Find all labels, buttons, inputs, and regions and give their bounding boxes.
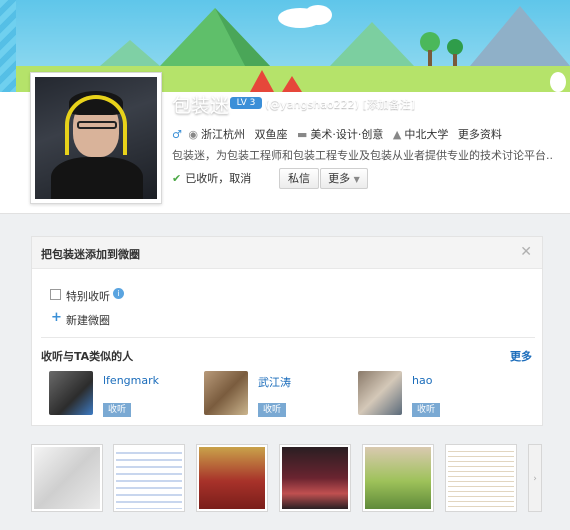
close-icon[interactable]: ✕	[520, 244, 532, 260]
chevron-down-icon: ▼	[353, 175, 360, 184]
special-follow-checkbox[interactable]	[50, 289, 61, 300]
plus-icon[interactable]: +	[51, 310, 62, 325]
male-icon: ♂	[172, 128, 182, 141]
photo-thumbnail[interactable]	[196, 444, 268, 512]
avatar[interactable]	[49, 371, 93, 415]
photo-thumbnail[interactable]	[113, 444, 185, 512]
add-to-group-panel: 把包装迷添加到微圈 ✕ 特别收听 i + 新建微圈 收听与TA类似的人 更多 l…	[31, 236, 543, 426]
location-icon: ◉	[188, 128, 198, 141]
similar-users-title: 收听与TA类似的人	[41, 350, 134, 363]
panel-header: 把包装迷添加到微圈 ✕	[32, 237, 542, 269]
follow-status: ✔ 已收听，取消	[172, 172, 252, 185]
scroll-right-icon[interactable]: ›	[528, 444, 542, 512]
photo-thumbnail[interactable]	[31, 444, 103, 512]
info-icon[interactable]: i	[113, 288, 124, 299]
message-button[interactable]: 私信	[279, 168, 319, 189]
divider	[41, 337, 535, 338]
avatar-photo	[35, 77, 157, 199]
new-group-link[interactable]: 新建微圈	[66, 312, 110, 328]
level-badge[interactable]: LV 3	[230, 97, 262, 109]
profile-industry[interactable]: 美术·设计·创意	[310, 128, 383, 141]
photo-thumbnail[interactable]	[362, 444, 434, 512]
profile-location[interactable]: 浙江杭州	[201, 128, 245, 141]
briefcase-icon: ▬	[296, 128, 308, 141]
follow-button[interactable]: 收听	[412, 403, 440, 417]
more-similar-link[interactable]: 更多	[510, 348, 532, 364]
photo-thumbnail[interactable]	[279, 444, 351, 512]
profile-description: 包装迷，为包装工程师和包装工程专业及包装从业者提供专业的技术讨论平台...	[172, 149, 552, 162]
profile-zodiac[interactable]: 双鱼座	[254, 128, 287, 141]
similar-user-name[interactable]: lfengmark	[103, 374, 159, 387]
avatar[interactable]	[204, 371, 248, 415]
more-button[interactable]: 更多 ▼	[320, 168, 368, 189]
profile-school[interactable]: 中北大学	[404, 128, 448, 141]
follow-button[interactable]: 收听	[258, 403, 286, 417]
check-icon: ✔	[172, 172, 182, 185]
follow-button[interactable]: 收听	[103, 403, 131, 417]
more-button-label: 更多	[328, 172, 351, 185]
similar-user-name[interactable]: hao	[412, 374, 432, 387]
photo-thumbnail[interactable]	[445, 444, 517, 512]
avatar[interactable]	[358, 371, 402, 415]
unfollow-link[interactable]: 取消	[229, 172, 251, 185]
profile-name: 包装迷	[172, 95, 230, 117]
similar-user-name[interactable]: 武江涛	[258, 374, 291, 390]
profile-avatar[interactable]	[30, 72, 162, 204]
followed-label: 已收听	[185, 172, 219, 185]
panel-title: 把包装迷添加到微圈	[41, 248, 140, 261]
special-follow-label[interactable]: 特别收听	[66, 288, 110, 304]
school-icon: ▲	[392, 128, 402, 141]
profile-handle[interactable]: (@yangshao222) [添加备注]	[265, 96, 415, 112]
profile-meta: ♂ ◉ 浙江杭州 双鱼座 ▬ 美术·设计·创意 ▲ 中北大学 更多资料	[172, 126, 508, 142]
more-info-link[interactable]: 更多资料	[458, 128, 502, 141]
